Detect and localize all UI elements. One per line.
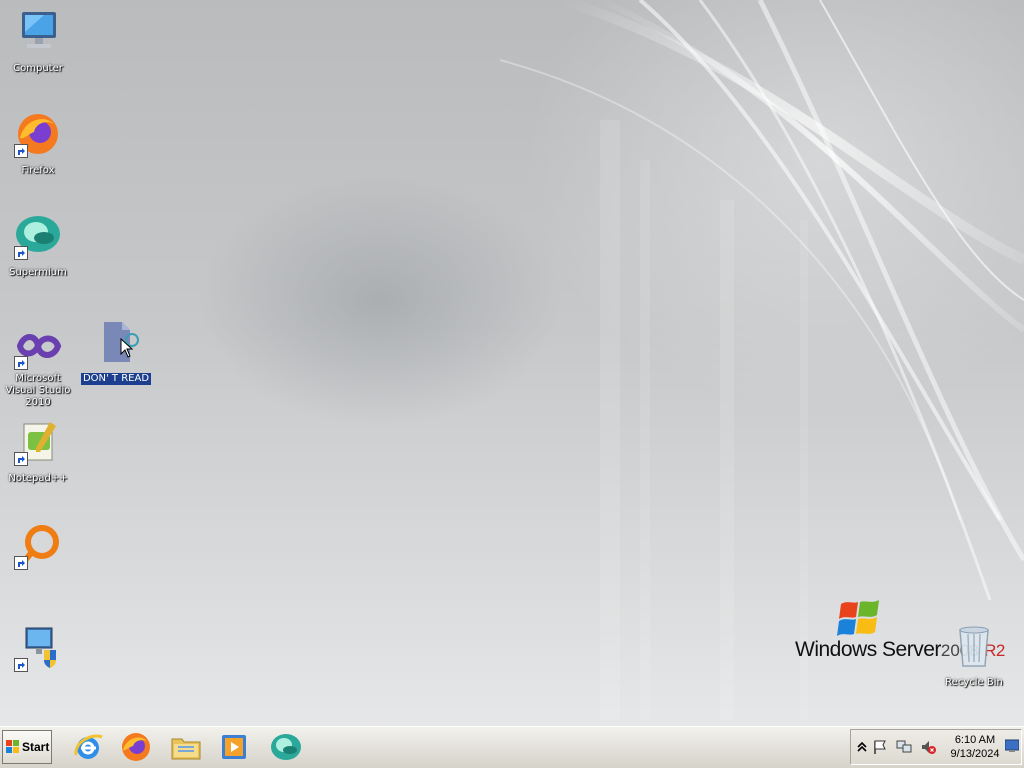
shortcut-arrow-icon [14,658,28,672]
icon-label: Notepad++ [8,473,68,484]
shortcut-arrow-icon [14,356,28,370]
taskbar: Start 6:10 AM 9/13/2024 [0,726,1024,768]
desktop-icon-notepadpp[interactable]: Notepad++ [0,418,76,485]
network-icon[interactable] [896,739,912,755]
desktop-icon-visual-studio[interactable]: Microsoft Visual Studio 2010 [0,322,76,409]
show-hidden-icons-chevron-icon[interactable] [854,739,870,755]
supermium-icon [14,212,62,260]
system-tray: 6:10 AM 9/13/2024 [850,729,1022,765]
action-center-flag-icon[interactable] [872,739,888,755]
volume-muted-icon[interactable] [920,739,936,755]
clock-time: 6:10 AM [954,734,996,746]
taskbar-firefox[interactable] [116,730,156,764]
icon-label: Firefox [21,165,55,176]
taskbar-file-explorer[interactable] [166,730,206,764]
desktop-icon-recycle-bin[interactable]: Recycle Bin [936,622,1012,689]
internet-explorer-icon [74,734,103,759]
computer-icon [14,8,62,56]
document-icon [92,318,140,366]
icon-label: Supermium [9,267,67,278]
start-button[interactable]: Start [2,730,52,764]
notepadpp-icon [14,418,62,466]
desktop-icon-orange-app[interactable] [0,522,76,589]
windows-flag-icon [6,740,19,753]
desktop[interactable]: Computer Firefox Supermium Microsoft Vis… [0,0,1024,726]
desktop-icon-supermium[interactable]: Supermium [0,212,76,279]
clock-date: 9/13/2024 [950,748,1000,760]
start-label: Start [22,740,50,754]
icon-label: Microsoft Visual Studio 2010 [5,373,71,408]
shortcut-arrow-icon [14,556,28,570]
media-player-icon [222,735,246,759]
supermium-icon [271,734,301,760]
recycle-bin-icon [950,622,998,670]
desktop-icon-firefox[interactable]: Firefox [0,110,76,177]
windows-logo-icon [837,600,879,636]
visual-studio-icon [14,322,62,370]
network-shield-icon [14,624,62,672]
desktop-icon-computer[interactable]: Computer [0,8,76,75]
show-desktop-icon[interactable] [1005,738,1019,754]
desktop-icon-network-setup[interactable] [0,624,76,691]
taskbar-internet-explorer[interactable] [68,730,108,764]
clock[interactable]: 6:10 AM 9/13/2024 [946,733,1004,761]
shortcut-arrow-icon [14,144,28,158]
desktop-icon-dont-read[interactable]: DON' T READ [78,318,154,385]
icon-label: Computer [13,63,63,74]
taskbar-media-player[interactable] [214,730,254,764]
shortcut-arrow-icon [14,246,28,260]
firefox-icon [14,110,62,158]
orange-ring-icon [14,522,62,570]
shortcut-arrow-icon [14,452,28,466]
brand-windows: Windows Server [795,638,941,661]
icon-label: Recycle Bin [945,677,1003,688]
firefox-icon [122,733,150,761]
icon-label: DON' T READ [80,373,152,385]
mouse-cursor-icon [120,338,134,358]
file-explorer-icon [171,738,201,760]
taskbar-supermium[interactable] [266,730,306,764]
